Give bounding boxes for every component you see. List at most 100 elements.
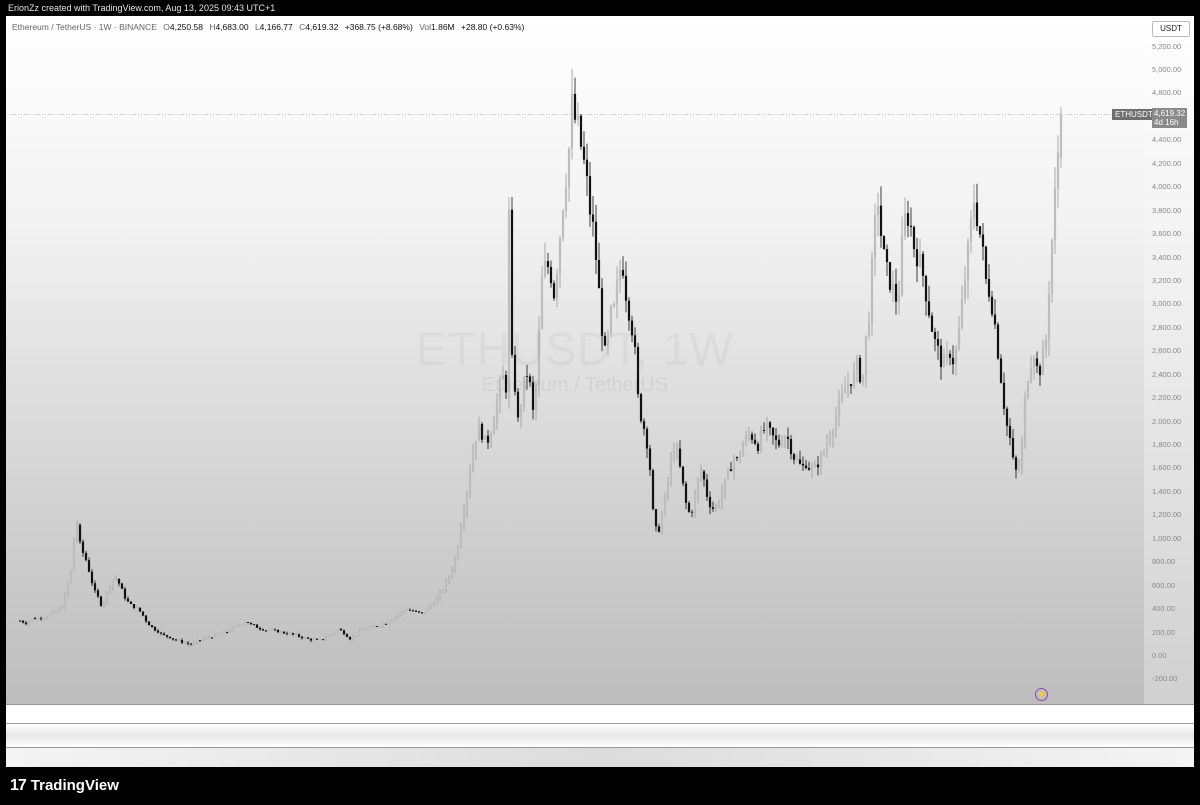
candle-up [759, 430, 763, 452]
secondary-indicator-pane[interactable] [6, 724, 1194, 748]
current-price-value: 4,619.32 [1154, 108, 1186, 118]
candle-down [384, 623, 388, 625]
candle-down [657, 526, 661, 532]
symbol-title[interactable]: Ethereum / TetherUS · 1W · BINANCE [12, 22, 157, 32]
candle-down [225, 632, 229, 633]
candle-up [111, 578, 115, 588]
candle-down [729, 469, 733, 472]
candle-down [645, 428, 649, 449]
candle-down [345, 634, 349, 637]
candle-up [465, 492, 469, 512]
candle-up [396, 615, 400, 617]
candle-down [24, 622, 28, 625]
lightning-icon[interactable]: ⚡ [1035, 688, 1048, 701]
candle-down [981, 234, 985, 247]
candle-up [714, 505, 718, 509]
candle-up [108, 587, 112, 592]
candle-up [492, 421, 496, 435]
candle-up [876, 205, 880, 215]
candle-up [213, 634, 217, 638]
candle-up [372, 626, 376, 628]
candle-up [810, 467, 814, 470]
candle-down [252, 624, 256, 625]
candle-down [180, 640, 184, 643]
candle-down [162, 633, 166, 635]
candle-up [837, 400, 841, 417]
price-tick: 5,200.00 [1152, 41, 1182, 51]
candle-down [906, 213, 910, 226]
candle-down [414, 611, 418, 612]
candle-up [288, 633, 292, 635]
price-tick: 1,000.00 [1152, 533, 1182, 543]
candle-up [669, 459, 673, 481]
candle-down [756, 443, 760, 452]
price-tick: 3,400.00 [1152, 252, 1182, 262]
price-tick: 3,600.00 [1152, 229, 1182, 239]
currency-unit-button[interactable]: USDT [1152, 21, 1190, 37]
candle-down [753, 439, 757, 444]
candle-up [219, 633, 223, 635]
candle-down [150, 625, 154, 627]
candle-down [624, 275, 628, 301]
candle-down [762, 430, 766, 431]
candle-up [237, 625, 241, 626]
candle-up [696, 478, 700, 496]
indicator-pane[interactable] [6, 704, 1194, 724]
candle-down [258, 627, 262, 630]
candle-up [207, 637, 211, 639]
candle-up [1053, 188, 1057, 241]
candle-down [375, 626, 379, 628]
candle-up [723, 478, 727, 493]
price-tick: 0.00 [1152, 651, 1167, 660]
candle-up [618, 269, 622, 281]
candle-down [138, 607, 142, 612]
price-tick: 1,400.00 [1152, 486, 1182, 496]
candle-up [828, 438, 832, 444]
candle-up [822, 451, 826, 455]
candle-up [30, 618, 34, 622]
candle-up [333, 632, 337, 634]
candle-down [711, 507, 715, 509]
candle-down [546, 261, 550, 268]
candle-up [555, 274, 559, 299]
price-tick: 2,000.00 [1152, 416, 1182, 426]
candle-down [987, 278, 991, 297]
candle-down [96, 590, 100, 597]
symbol-description-watermark: Ethereum / TetherUS [481, 374, 669, 396]
candle-down [798, 459, 802, 464]
candle-up [1059, 114, 1063, 158]
candle-up [45, 616, 49, 619]
candle-up [354, 635, 358, 637]
candle-down [78, 524, 82, 542]
candle-down [21, 620, 25, 623]
candle-down [171, 638, 175, 640]
candle-down [597, 259, 601, 289]
candle-down [84, 552, 88, 561]
candle-down [585, 159, 589, 177]
price-tick: 3,000.00 [1152, 299, 1182, 309]
candle-up [813, 464, 817, 468]
price-tick: 4,200.00 [1152, 158, 1182, 168]
candle-up [441, 589, 445, 593]
candle-down [978, 226, 982, 235]
candle-up [447, 576, 451, 582]
candle-down [990, 296, 994, 315]
candle-up [1020, 442, 1024, 468]
candle-up [75, 524, 79, 539]
time-axis[interactable] [6, 748, 1194, 767]
price-tick: 4,800.00 [1152, 88, 1182, 98]
chart-caption: ErionZz created with TradingView.com, Au… [8, 3, 276, 13]
candle-down [18, 620, 22, 622]
candle-down [132, 604, 136, 609]
candle-up [717, 503, 721, 506]
candle-down [39, 618, 43, 620]
candle-up [63, 593, 67, 609]
candle-up [456, 547, 460, 558]
candle-down [153, 626, 157, 631]
candle-down [273, 629, 277, 631]
candle-down [654, 509, 658, 527]
candle-down [156, 630, 160, 633]
price-tick: 400.00 [1152, 604, 1175, 614]
candle-up [387, 622, 391, 625]
candle-down [915, 249, 919, 267]
